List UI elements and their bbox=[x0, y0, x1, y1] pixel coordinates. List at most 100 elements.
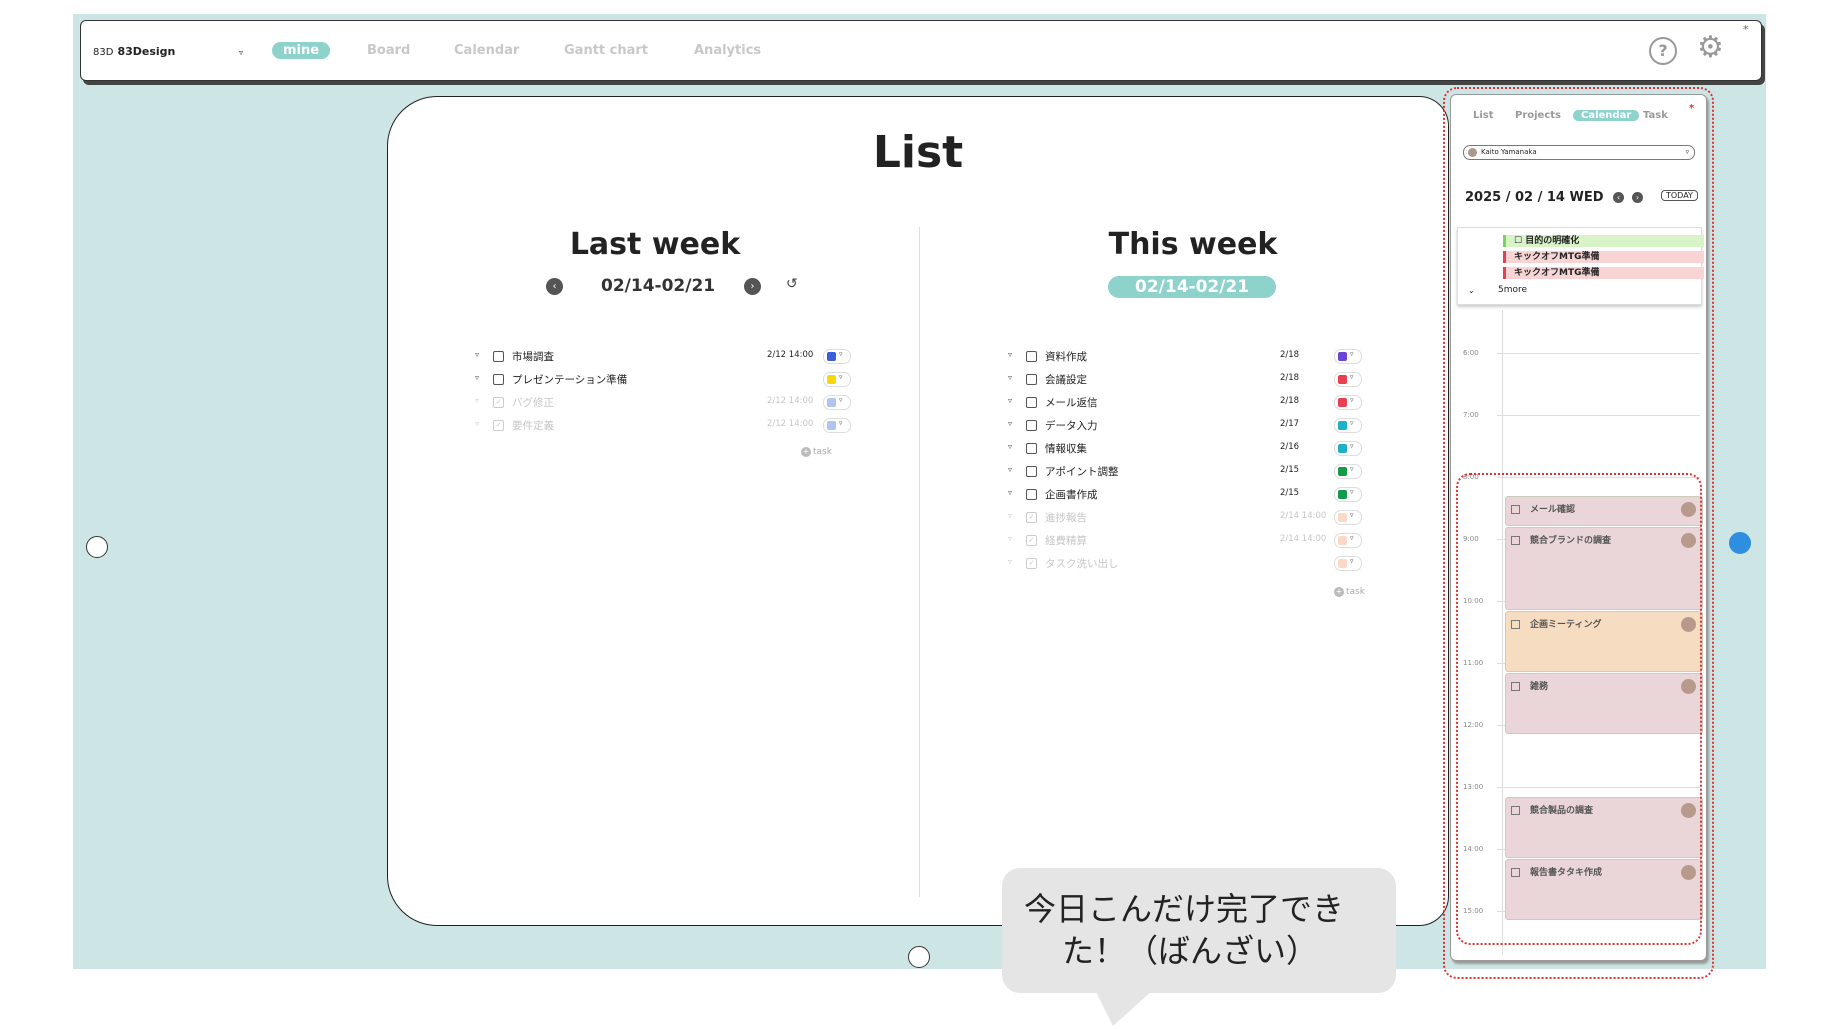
task-row[interactable]: ▿ 市場調査 2/12 14:00 ▿ bbox=[475, 348, 851, 368]
color-tag-select[interactable]: ▿ bbox=[1334, 418, 1362, 433]
resize-handle-right[interactable] bbox=[1729, 532, 1751, 554]
color-tag-select[interactable]: ▿ bbox=[823, 372, 851, 387]
task-checkbox[interactable] bbox=[1026, 420, 1037, 431]
task-checkbox[interactable]: ✓ bbox=[1026, 558, 1037, 569]
speech-bubble-tail bbox=[1095, 990, 1153, 1026]
task-name: 市場調査 bbox=[512, 351, 554, 363]
task-name: 資料作成 bbox=[1045, 351, 1087, 363]
expand-icon[interactable]: ▿ bbox=[1008, 350, 1012, 359]
task-checkbox[interactable] bbox=[1026, 489, 1037, 500]
task-row[interactable]: ▿ メール返信 2/18 ▿ bbox=[1008, 394, 1368, 414]
expand-icon[interactable]: ▿ bbox=[1008, 488, 1012, 497]
add-task-button[interactable]: + task bbox=[801, 447, 832, 457]
expand-icon[interactable]: ▿ bbox=[1008, 534, 1012, 543]
task-date: 2/18 bbox=[1280, 350, 1300, 360]
task-row[interactable]: ▿ 情報収集 2/16 ▿ bbox=[1008, 440, 1368, 460]
prev-week-button[interactable]: ‹ bbox=[546, 278, 563, 295]
color-tag-select[interactable]: ▿ bbox=[823, 349, 851, 364]
expand-icon[interactable]: ▿ bbox=[475, 396, 479, 405]
task-name: 経費精算 bbox=[1045, 535, 1087, 547]
task-checkbox[interactable]: ✓ bbox=[493, 397, 504, 408]
task-name: データ入力 bbox=[1045, 420, 1098, 432]
task-date: 2/16 bbox=[1280, 442, 1300, 452]
task-row[interactable]: ▿ ✓ バグ修正 2/12 14:00 ▿ bbox=[475, 394, 851, 414]
color-tag-select[interactable]: ▿ bbox=[1334, 395, 1362, 410]
task-checkbox[interactable] bbox=[1026, 443, 1037, 454]
task-date: 2/17 bbox=[1280, 419, 1300, 429]
tab-mine[interactable]: mine bbox=[272, 42, 331, 59]
task-date: 2/18 bbox=[1280, 373, 1300, 383]
logo[interactable]: 83D 83Design bbox=[93, 45, 175, 58]
task-row[interactable]: ▿ アポイント調整 2/15 ▿ bbox=[1008, 463, 1368, 483]
speech-bubble: 今日こんだけ完了でき た！（ばんざい） bbox=[1002, 868, 1396, 993]
task-row[interactable]: ▿ プレゼンテーション準備 ▿ bbox=[475, 371, 851, 391]
task-row[interactable]: ▿ 資料作成 2/18 ▿ bbox=[1008, 348, 1368, 368]
tab-board[interactable]: Board bbox=[367, 43, 410, 58]
task-checkbox[interactable]: ✓ bbox=[1026, 512, 1037, 523]
color-tag-select[interactable]: ▿ bbox=[1334, 533, 1362, 548]
task-checkbox[interactable] bbox=[1026, 374, 1037, 385]
this-week-range: 02/14-02/21 bbox=[1108, 276, 1277, 298]
color-tag-select[interactable]: ▿ bbox=[1334, 372, 1362, 387]
task-checkbox[interactable] bbox=[1026, 397, 1037, 408]
color-tag-select[interactable]: ▿ bbox=[823, 395, 851, 410]
task-checkbox[interactable] bbox=[1026, 466, 1037, 477]
star-mark: * bbox=[1743, 23, 1749, 36]
undo-icon[interactable]: ↺ bbox=[786, 276, 798, 292]
color-tag-select[interactable]: ▿ bbox=[1334, 510, 1362, 525]
expand-icon[interactable]: ▿ bbox=[1008, 442, 1012, 451]
last-week-title: Last week bbox=[569, 227, 741, 262]
resize-handle-left[interactable] bbox=[86, 536, 108, 558]
bubble-line-1: 今日こんだけ完了でき bbox=[1024, 890, 1345, 928]
task-row[interactable]: ▿ ✓ 経費精算 2/14 14:00 ▿ bbox=[1008, 532, 1368, 552]
color-tag-select[interactable]: ▿ bbox=[823, 418, 851, 433]
highlight-outline-events bbox=[1456, 473, 1702, 945]
color-tag-select[interactable]: ▿ bbox=[1334, 464, 1362, 479]
tab-gantt-chart[interactable]: Gantt chart bbox=[564, 43, 648, 58]
task-row[interactable]: ▿ データ入力 2/17 ▿ bbox=[1008, 417, 1368, 437]
top-bar: 83D 83Design ▿ mine Board Calendar Gantt … bbox=[80, 20, 1762, 81]
next-week-button[interactable]: › bbox=[744, 278, 761, 295]
task-name: 要件定義 bbox=[512, 420, 554, 432]
help-icon[interactable]: ? bbox=[1649, 37, 1677, 65]
gear-icon[interactable]: ⚙ bbox=[1697, 33, 1724, 63]
task-row[interactable]: ▿ 会議設定 2/18 ▿ bbox=[1008, 371, 1368, 391]
expand-icon[interactable]: ▿ bbox=[1008, 557, 1012, 566]
expand-icon[interactable]: ▿ bbox=[1008, 511, 1012, 520]
last-week-range: 02/14-02/21 bbox=[601, 276, 716, 296]
task-name: 会議設定 bbox=[1045, 374, 1087, 386]
task-row[interactable]: ▿ ✓ 進捗報告 2/14 14:00 ▿ bbox=[1008, 509, 1368, 529]
expand-icon[interactable]: ▿ bbox=[1008, 373, 1012, 382]
task-date: 2/15 bbox=[1280, 465, 1300, 475]
color-tag-select[interactable]: ▿ bbox=[1334, 487, 1362, 502]
task-row[interactable]: ▿ ✓ 要件定義 2/12 14:00 ▿ bbox=[475, 417, 851, 437]
task-checkbox[interactable]: ✓ bbox=[493, 420, 504, 431]
expand-icon[interactable]: ▿ bbox=[1008, 419, 1012, 428]
task-row[interactable]: ▿ 企画書作成 2/15 ▿ bbox=[1008, 486, 1368, 506]
add-task-button[interactable]: + task bbox=[1334, 587, 1365, 597]
task-checkbox[interactable] bbox=[1026, 351, 1037, 362]
app-name: 83Design bbox=[117, 45, 176, 58]
color-tag-select[interactable]: ▿ bbox=[1334, 441, 1362, 456]
task-name: バグ修正 bbox=[512, 397, 554, 409]
workspace-dropdown-icon[interactable]: ▿ bbox=[239, 48, 243, 57]
task-name: アポイント調整 bbox=[1045, 466, 1119, 478]
expand-icon[interactable]: ▿ bbox=[475, 419, 479, 428]
list-panel: List Last week ‹ 02/14-02/21 › ↺ ▿ 市場調査 2/… bbox=[387, 96, 1449, 926]
tab-calendar[interactable]: Calendar bbox=[454, 43, 519, 58]
expand-icon[interactable]: ▿ bbox=[1008, 465, 1012, 474]
expand-icon[interactable]: ▿ bbox=[475, 373, 479, 382]
task-date: 2/18 bbox=[1280, 396, 1300, 406]
resize-handle-bottom[interactable] bbox=[908, 946, 930, 968]
color-tag-select[interactable]: ▿ bbox=[1334, 556, 1362, 571]
page-title: List bbox=[872, 127, 964, 178]
task-checkbox[interactable]: ✓ bbox=[1026, 535, 1037, 546]
expand-icon[interactable]: ▿ bbox=[475, 350, 479, 359]
task-date: 2/12 14:00 bbox=[767, 350, 814, 360]
task-row[interactable]: ▿ ✓ タスク洗い出し ▿ bbox=[1008, 555, 1368, 575]
expand-icon[interactable]: ▿ bbox=[1008, 396, 1012, 405]
color-tag-select[interactable]: ▿ bbox=[1334, 349, 1362, 364]
task-checkbox[interactable] bbox=[493, 351, 504, 362]
task-checkbox[interactable] bbox=[493, 374, 504, 385]
tab-analytics[interactable]: Analytics bbox=[694, 43, 761, 58]
